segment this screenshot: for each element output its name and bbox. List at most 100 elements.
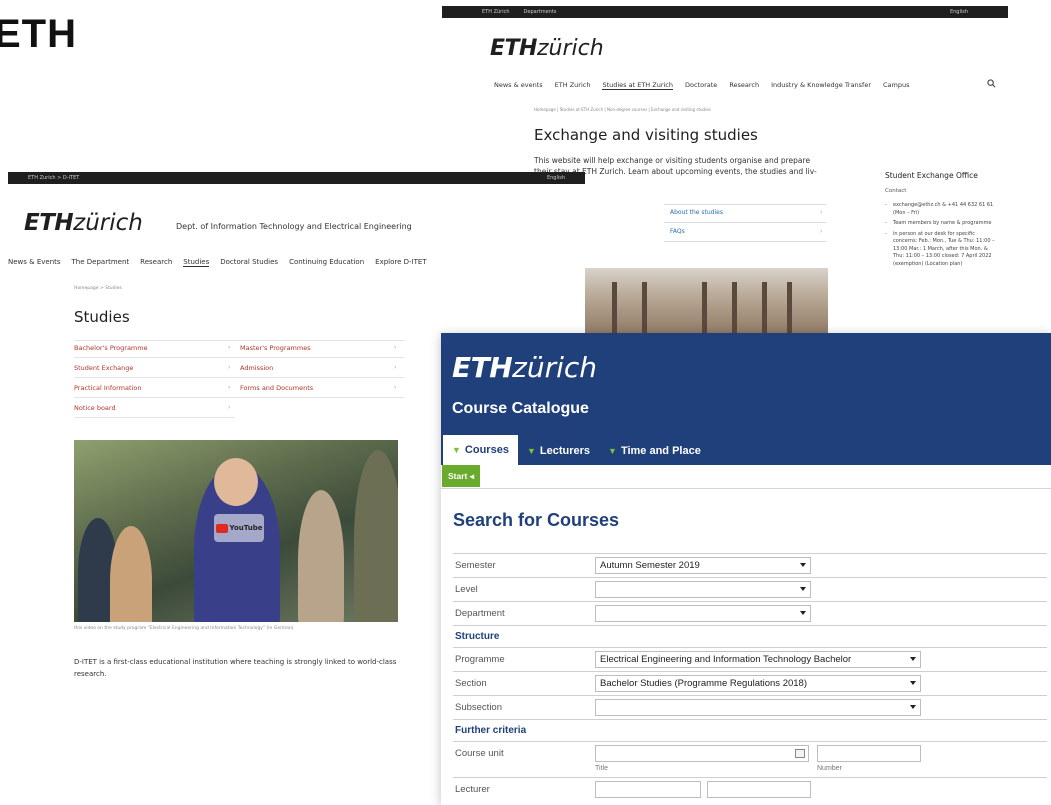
subsection-select[interactable]: [595, 699, 921, 716]
eth-logo[interactable]: ETHzürich: [490, 36, 604, 61]
link-student-exchange[interactable]: Student Exchange: [74, 364, 133, 372]
nav-item-department[interactable]: The Department: [72, 258, 130, 267]
programme-row: Programme Electrical Engineering and Inf…: [453, 647, 1047, 671]
course-title-input[interactable]: [595, 745, 809, 762]
tab-lecturers-label: Lecturers: [539, 445, 591, 457]
programme-select[interactable]: Electrical Engineering and Information T…: [595, 651, 921, 668]
logo-eth-text: ETH: [452, 351, 513, 384]
nav-item-studies[interactable]: Studies: [183, 258, 210, 267]
collage-stage: ETH ETH Zürich Departments English ETHzü…: [0, 0, 1051, 805]
number-hint: Number: [817, 765, 842, 772]
breadcrumb[interactable]: Homepage | Studies at ETH Zurich | Non-d…: [534, 107, 711, 112]
chevron-right-icon: ›: [228, 364, 231, 371]
link-masters[interactable]: Master's Programmes: [240, 344, 311, 352]
level-label: Level: [455, 584, 478, 595]
nav-item-research[interactable]: Research: [140, 258, 172, 267]
nav-item-industry[interactable]: Industry & Knowledge Transfer: [771, 81, 871, 90]
subsection-label: Subsection: [455, 702, 503, 713]
divider: [664, 241, 826, 242]
youtube-play-button[interactable]: YouTube: [214, 514, 264, 542]
course-unit-label: Course unit: [455, 748, 504, 759]
contact-desk-item: in person at our desk for specific conce…: [885, 231, 995, 269]
section-value: Bachelor Studies (Programme Regulations …: [600, 678, 807, 689]
nav-item-research[interactable]: Research: [729, 81, 759, 90]
breadcrumb[interactable]: Homepage > Studies: [74, 286, 122, 291]
divider: [74, 417, 234, 418]
link-notice-board[interactable]: Notice board: [74, 404, 116, 412]
language-switch[interactable]: English: [950, 9, 968, 15]
main-nav: News & Events The Department Research St…: [8, 258, 585, 267]
nav-item-eth-zurich[interactable]: ETH Zurich: [555, 81, 591, 90]
search-form: Semester Autumn Semester 2019 Level Depa…: [453, 553, 1047, 801]
department-row: Department: [453, 601, 1047, 625]
chevron-right-icon: ›: [394, 384, 397, 391]
top-bar: ETH Zurich > D-ITET English: [8, 172, 585, 184]
contact-team-item[interactable]: Team members by name & programme: [885, 220, 995, 228]
language-switch[interactable]: English: [547, 175, 565, 181]
nav-item-studies[interactable]: Studies at ETH Zurich: [602, 81, 674, 90]
divider: [664, 222, 826, 223]
tab-time-place-label: Time and Place: [620, 445, 701, 457]
nav-item-explore[interactable]: Explore D-ITET: [375, 258, 426, 267]
level-select[interactable]: [595, 581, 811, 598]
nav-item-campus[interactable]: Campus: [883, 81, 910, 90]
nav-item-doctorate[interactable]: Doctorate: [685, 81, 717, 90]
contact-email-item[interactable]: exchange@ethz.ch & +41 44 632 61 61 (Mon…: [885, 202, 995, 217]
link-about-studies[interactable]: About the studies: [670, 209, 723, 216]
arrow-down-icon: ▼: [526, 446, 536, 456]
divider: [74, 357, 404, 358]
eth-logo[interactable]: ETHzürich: [24, 210, 143, 236]
eth-heading-text: ETH: [0, 12, 77, 56]
dropdown-arrow-icon: [800, 587, 806, 591]
topbar-departments-menu[interactable]: Departments: [524, 9, 557, 15]
course-unit-row: Course unit Title Number: [453, 741, 1047, 777]
arrow-left-icon: ◂: [469, 470, 475, 481]
topbar-breadcrumb[interactable]: ETH Zurich > D-ITET: [28, 175, 79, 181]
link-admission[interactable]: Admission: [240, 364, 273, 372]
level-row: Level: [453, 577, 1047, 601]
divider: [74, 377, 404, 378]
further-criteria-heading: Further criteria: [455, 725, 527, 736]
course-catalogue-screenshot: ETHzürich Course Catalogue ▼ Courses ▼ Lec…: [441, 333, 1051, 805]
department-name[interactable]: Dept. of Information Technology and Elec…: [176, 222, 412, 231]
semester-select[interactable]: Autumn Semester 2019: [595, 557, 811, 574]
tab-time-place[interactable]: ▼ Time and Place: [599, 437, 710, 465]
logo-zurich-text: zürich: [512, 351, 598, 384]
link-bachelors[interactable]: Bachelor's Programme: [74, 344, 148, 352]
course-number-input[interactable]: [817, 745, 921, 762]
department-select[interactable]: [595, 605, 811, 622]
search-icon[interactable]: [987, 79, 996, 91]
app-title: Course Catalogue: [452, 400, 589, 417]
title-hint: Title: [595, 765, 608, 772]
nav-item-news[interactable]: News & Events: [8, 258, 61, 267]
link-forms[interactable]: Forms and Documents: [240, 384, 313, 392]
page-title: Exchange and visiting studies: [534, 126, 758, 144]
section-select[interactable]: Bachelor Studies (Programme Regulations …: [595, 675, 921, 692]
start-button[interactable]: Start ◂: [442, 465, 481, 487]
lecturer-lastname-input[interactable]: [707, 781, 811, 798]
link-faqs[interactable]: FAQs: [670, 228, 685, 235]
page-title: Search for Courses: [453, 510, 620, 530]
tab-courses[interactable]: ▼ Courses: [443, 435, 518, 465]
video-player[interactable]: YouTube: [74, 440, 398, 622]
arrow-down-icon: ▼: [452, 445, 461, 455]
eth-logo[interactable]: ETHzürich: [452, 351, 597, 384]
main-nav: News & events ETH Zurich Studies at ETH …: [494, 81, 1008, 90]
lookup-icon[interactable]: [795, 749, 805, 758]
nav-item-doctoral[interactable]: Doctoral Studies: [220, 258, 278, 267]
semester-row: Semester Autumn Semester 2019: [453, 553, 1047, 577]
nav-item-news[interactable]: News & events: [494, 81, 543, 90]
building-photo: [582, 268, 828, 336]
contact-list: exchange@ethz.ch & +41 44 632 61 61 (Mon…: [885, 202, 995, 271]
tab-lecturers[interactable]: ▼ Lecturers: [518, 437, 599, 465]
section-row: Section Bachelor Studies (Programme Regu…: [453, 671, 1047, 695]
topbar-home-link[interactable]: ETH Zürich: [482, 9, 510, 15]
programme-value: Electrical Engineering and Information T…: [600, 654, 852, 665]
youtube-label: YouTube: [229, 524, 263, 532]
subsection-row: Subsection: [453, 695, 1047, 719]
chevron-right-icon: ›: [228, 384, 231, 391]
further-criteria-section: Further criteria: [453, 719, 1047, 741]
link-practical-info[interactable]: Practical Information: [74, 384, 141, 392]
nav-item-continuing[interactable]: Continuing Education: [289, 258, 364, 267]
lecturer-firstname-input[interactable]: [595, 781, 701, 798]
